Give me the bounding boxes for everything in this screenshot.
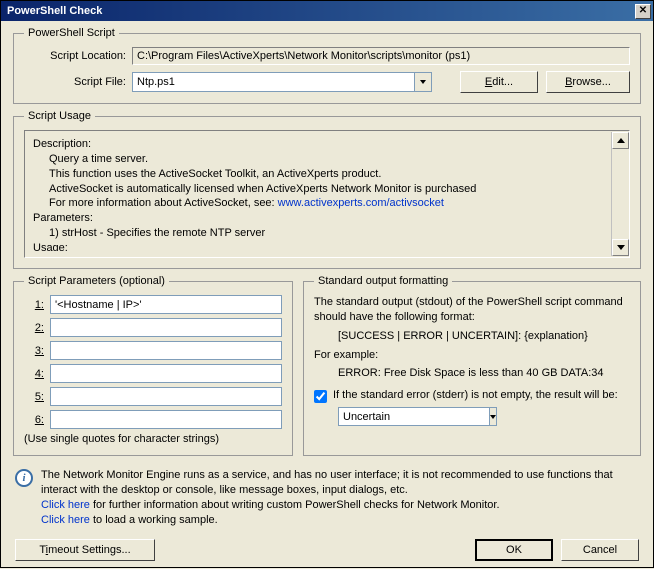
stderr-dropdown-button[interactable] xyxy=(490,407,497,426)
activesocket-link[interactable]: www.activexperts.com/activsocket xyxy=(278,197,444,209)
usage-line: 1) strHost - Specifies the remote NTP se… xyxy=(33,226,621,241)
usage-line: ActiveSocket is automatically licensed w… xyxy=(33,182,621,197)
edit-button[interactable]: Edit... xyxy=(460,71,538,93)
stderr-result-value[interactable] xyxy=(338,407,490,426)
usage-line: Description: xyxy=(33,137,621,152)
usage-line: For more information about ActiveSocket,… xyxy=(33,196,621,211)
group-legend: PowerShell Script xyxy=(24,27,119,39)
stderr-label: If the standard error (stderr) is not em… xyxy=(333,389,618,401)
param-label: 2: xyxy=(24,322,44,334)
param-input-2[interactable] xyxy=(50,318,282,337)
usage-line: This function uses the ActiveSocket Tool… xyxy=(33,167,621,182)
info-text: The Network Monitor Engine runs as a ser… xyxy=(41,468,639,498)
param-label: 1: xyxy=(24,299,44,311)
stdout-formatting-group: Standard output formatting The standard … xyxy=(303,275,641,456)
stderr-result-select[interactable] xyxy=(338,407,448,426)
param-hint: (Use single quotes for character strings… xyxy=(24,433,282,445)
group-legend: Script Usage xyxy=(24,110,95,122)
usage-line: Parameters: xyxy=(33,211,621,226)
info-link-docs[interactable]: Click here xyxy=(41,499,90,511)
stdout-text: The standard output (stdout) of the Powe… xyxy=(314,295,630,325)
script-file-dropdown-button[interactable] xyxy=(415,72,432,92)
scroll-up-button[interactable] xyxy=(612,132,629,149)
group-legend: Script Parameters (optional) xyxy=(24,275,169,287)
script-location-field: C:\Program Files\ActiveXperts\Network Mo… xyxy=(132,47,630,65)
ok-button[interactable]: OK xyxy=(475,539,553,561)
param-input-6[interactable] xyxy=(50,410,282,429)
param-input-3[interactable] xyxy=(50,341,282,360)
usage-scrollbar[interactable] xyxy=(611,132,628,256)
param-input-4[interactable] xyxy=(50,364,282,383)
group-legend: Standard output formatting xyxy=(314,275,452,287)
info-link-sample[interactable]: Click here xyxy=(41,514,90,526)
stdout-text: ERROR: Free Disk Space is less than 40 G… xyxy=(338,366,630,381)
info-text: to load a working sample. xyxy=(90,514,218,526)
param-label: 6: xyxy=(24,414,44,426)
browse-button[interactable]: Browse... xyxy=(546,71,630,93)
info-text: for further information about writing cu… xyxy=(90,499,500,511)
titlebar: PowerShell Check ✕ xyxy=(1,1,653,21)
script-file-label: Script File: xyxy=(24,76,126,88)
script-file-input[interactable] xyxy=(132,72,415,92)
info-note: i The Network Monitor Engine runs as a s… xyxy=(13,462,641,531)
stdout-text: For example: xyxy=(314,348,630,363)
timeout-settings-button[interactable]: Timeout Settings... xyxy=(15,539,155,561)
param-label: 4: xyxy=(24,368,44,380)
script-usage-group: Script Usage Description: Query a time s… xyxy=(13,110,641,269)
scroll-down-button[interactable] xyxy=(612,239,629,256)
close-button[interactable]: ✕ xyxy=(635,4,651,19)
param-label: 5: xyxy=(24,391,44,403)
arrow-up-icon xyxy=(617,138,625,143)
script-file-combo[interactable] xyxy=(132,72,432,92)
script-location-label: Script Location: xyxy=(24,50,126,62)
stdout-text: [SUCCESS | ERROR | UNCERTAIN]: {explanat… xyxy=(338,329,630,344)
info-icon: i xyxy=(15,469,33,487)
usage-line: Query a time server. xyxy=(33,152,621,167)
window-title: PowerShell Check xyxy=(7,1,102,21)
arrow-down-icon xyxy=(617,245,625,250)
param-label: 3: xyxy=(24,345,44,357)
chevron-down-icon xyxy=(490,415,496,419)
chevron-down-icon xyxy=(420,80,426,84)
param-input-1[interactable] xyxy=(50,295,282,314)
usage-line: Usage: xyxy=(33,241,621,251)
dialog-window: PowerShell Check ✕ PowerShell Script Scr… xyxy=(0,0,654,568)
script-parameters-group: Script Parameters (optional) 1: 2: 3: 4:… xyxy=(13,275,293,456)
powershell-script-group: PowerShell Script Script Location: C:\Pr… xyxy=(13,27,641,104)
usage-text-area: Description: Query a time server. This f… xyxy=(24,130,630,258)
stderr-checkbox[interactable] xyxy=(314,390,327,403)
cancel-button[interactable]: Cancel xyxy=(561,539,639,561)
param-input-5[interactable] xyxy=(50,387,282,406)
